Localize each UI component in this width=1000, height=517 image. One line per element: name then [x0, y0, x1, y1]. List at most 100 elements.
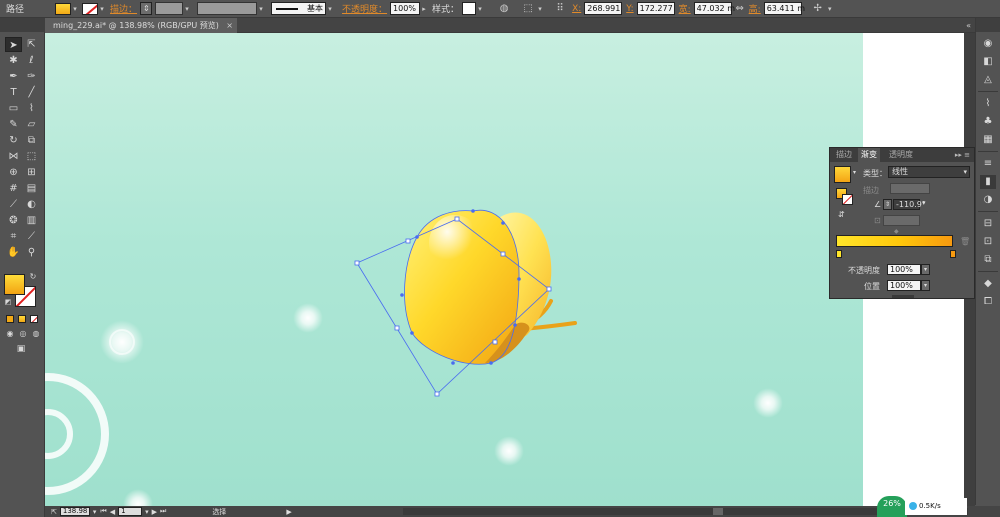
y-label[interactable]: Y: — [626, 4, 633, 14]
opacity-label[interactable]: 不透明度： — [342, 2, 387, 15]
color-mode-icon[interactable] — [6, 315, 14, 323]
angle-stepper[interactable]: ⇕ — [883, 199, 892, 210]
align-icon[interactable]: ⊟ — [980, 217, 996, 231]
artboards-icon[interactable]: ⧠ — [980, 295, 996, 309]
brush-definition[interactable]: 基本 — [271, 2, 327, 15]
stroke-label[interactable]: 描边： — [110, 2, 137, 15]
default-colors-icon[interactable]: ◩ — [3, 297, 13, 307]
location-field[interactable]: 100% — [887, 280, 921, 291]
line-tool-icon[interactable]: ╱ — [23, 85, 40, 100]
fill-color-swatch[interactable] — [55, 2, 72, 15]
rotate-tool-icon[interactable]: ↻ — [5, 133, 22, 148]
height-field[interactable]: 63.411 m — [763, 2, 805, 15]
reverse-gradient-icon[interactable]: ⇵ — [838, 210, 845, 219]
angle-field[interactable]: -110.9° — [893, 199, 926, 210]
draw-inside-icon[interactable]: ◍ — [30, 329, 42, 339]
x-label[interactable]: X: — [572, 4, 581, 14]
tools-panel-grip[interactable] — [0, 18, 45, 32]
gradient-mode-icon[interactable] — [18, 315, 26, 323]
stroke-weight-dropdown-icon[interactable]: ▾ — [183, 3, 191, 15]
lasso-tool-icon[interactable]: ℓ — [23, 53, 40, 68]
height-label[interactable]: 高: — [749, 2, 761, 15]
brushes-icon[interactable]: ⌇ — [980, 97, 996, 111]
curvature-tool-icon[interactable]: ✑ — [23, 69, 40, 84]
zoom-dropdown-icon[interactable]: ▾ — [93, 508, 97, 516]
column-graph-tool-icon[interactable]: ▥ — [23, 213, 40, 228]
artboard-number-field[interactable]: 1 — [118, 507, 143, 516]
blend-tool-icon[interactable]: ◐ — [23, 197, 40, 212]
hand-tool-icon[interactable]: ✋ — [5, 245, 22, 260]
fill-swatch[interactable] — [4, 274, 25, 295]
bounding-box-handle[interactable] — [546, 286, 552, 292]
gradient-stop-end[interactable] — [950, 250, 956, 258]
opacity-dropdown-icon[interactable]: ▾ — [921, 264, 930, 275]
type-tool-icon[interactable]: T — [5, 85, 22, 100]
last-artboard-icon[interactable]: ⏭ — [160, 507, 166, 516]
free-transform-tool-icon[interactable]: ⬚ — [23, 149, 40, 164]
gradient-preview-dropdown-icon[interactable]: ▾ — [853, 169, 856, 176]
screen-mode-icon[interactable]: ▣ — [13, 343, 29, 355]
symbol-sprayer-tool-icon[interactable]: ❂ — [5, 213, 22, 228]
tab-transparency[interactable]: 透明度 — [886, 148, 916, 162]
reference-point-icon[interactable]: ⠿ — [552, 2, 568, 16]
opacity-dropdown-icon[interactable]: ▸ — [420, 3, 428, 15]
panel-resize-grip[interactable] — [892, 295, 914, 298]
constrain-proportions-icon[interactable]: ⇔ — [735, 2, 745, 16]
eraser-tool-icon[interactable]: ▱ — [23, 117, 40, 132]
swatches-icon[interactable]: ▦ — [980, 133, 996, 147]
bounding-box-handle[interactable] — [500, 251, 506, 257]
brush-dropdown-icon[interactable]: ▾ — [326, 3, 334, 15]
pen-tool-icon[interactable]: ✒ — [5, 69, 22, 84]
zoom-tool-icon[interactable]: ⚲ — [23, 245, 40, 260]
variable-width-profile[interactable] — [197, 2, 258, 15]
selection-tool-icon[interactable]: ➤ — [5, 37, 22, 52]
document-tab[interactable]: ming_229.ai* @ 138.98% (RGB/GPU 预览) × — [45, 18, 237, 33]
stroke-color-swatch[interactable] — [82, 2, 99, 15]
style-dropdown-icon[interactable]: ▾ — [476, 3, 484, 15]
tab-stroke[interactable]: 描边 — [833, 148, 855, 162]
tabs-overflow-icon[interactable]: « — [966, 18, 971, 33]
next-artboard-icon[interactable]: ▶ — [152, 508, 157, 516]
close-tab-icon[interactable]: × — [226, 18, 233, 33]
transparency-icon[interactable]: ◑ — [980, 193, 996, 207]
magic-wand-tool-icon[interactable]: ✱ — [5, 53, 22, 68]
gradient-preview-swatch[interactable] — [834, 166, 851, 183]
recolor-artwork-icon[interactable]: ◍ — [496, 2, 512, 16]
rectangle-tool-icon[interactable]: ▭ — [5, 101, 22, 116]
paintbrush-tool-icon[interactable]: ⌇ — [23, 101, 40, 116]
transform-icon[interactable]: ⊡ — [980, 235, 996, 249]
graphic-style-swatch[interactable] — [462, 2, 477, 15]
gradient-tool-icon[interactable]: ▤ — [23, 181, 40, 196]
artboard-navigation-icon[interactable]: ⇱ — [51, 508, 57, 516]
stroke-weight-stepper[interactable]: ⇕ — [140, 2, 153, 15]
eyedropper-tool-icon[interactable]: ⟋ — [5, 197, 22, 212]
opacity-field[interactable]: 100% — [887, 264, 921, 275]
first-artboard-icon[interactable]: ⏮ — [100, 507, 106, 516]
direct-selection-tool-icon[interactable]: ⇱ — [23, 37, 40, 52]
none-mode-icon[interactable] — [30, 315, 38, 323]
tab-gradient[interactable]: 渐变 — [858, 148, 880, 162]
slice-tool-icon[interactable]: ⟋ — [23, 229, 40, 244]
perspective-grid-tool-icon[interactable]: ⊞ — [23, 165, 40, 180]
graphic-styles-icon[interactable]: ◧ — [980, 55, 996, 69]
bounding-box-handle[interactable] — [492, 339, 498, 345]
align-to-icon[interactable]: ⬚ — [520, 2, 536, 16]
profile-dropdown-icon[interactable]: ▾ — [257, 3, 265, 15]
appearance-icon[interactable]: ◉ — [980, 37, 996, 51]
network-monitor-badge[interactable]: 26% — [877, 496, 907, 517]
prev-artboard-icon[interactable]: ◀ — [110, 508, 115, 516]
panel-menu-icon[interactable]: ▾ — [826, 3, 834, 15]
bounding-box-handle[interactable] — [354, 260, 360, 266]
draw-behind-icon[interactable]: ◎ — [17, 329, 29, 339]
opacity-field[interactable]: 100% — [390, 2, 421, 15]
bounding-box-handle[interactable] — [454, 216, 460, 222]
status-menu-icon[interactable]: ▶ — [286, 508, 291, 516]
butterfly-illustration[interactable] — [45, 33, 863, 506]
color-guide-icon[interactable]: ◬ — [980, 73, 996, 87]
midpoint-diamond-icon[interactable]: ◆ — [894, 228, 899, 235]
swap-fill-stroke-icon[interactable]: ↻ — [27, 272, 39, 282]
gradient-stop-start[interactable] — [836, 250, 842, 258]
stroke-gradient-swatch[interactable] — [842, 194, 853, 205]
gradient-panel-header[interactable]: 描边 渐变 透明度 ▸▸ ≡ — [830, 148, 974, 162]
panel-menu-icon[interactable]: ▸▸ ≡ — [955, 148, 970, 162]
